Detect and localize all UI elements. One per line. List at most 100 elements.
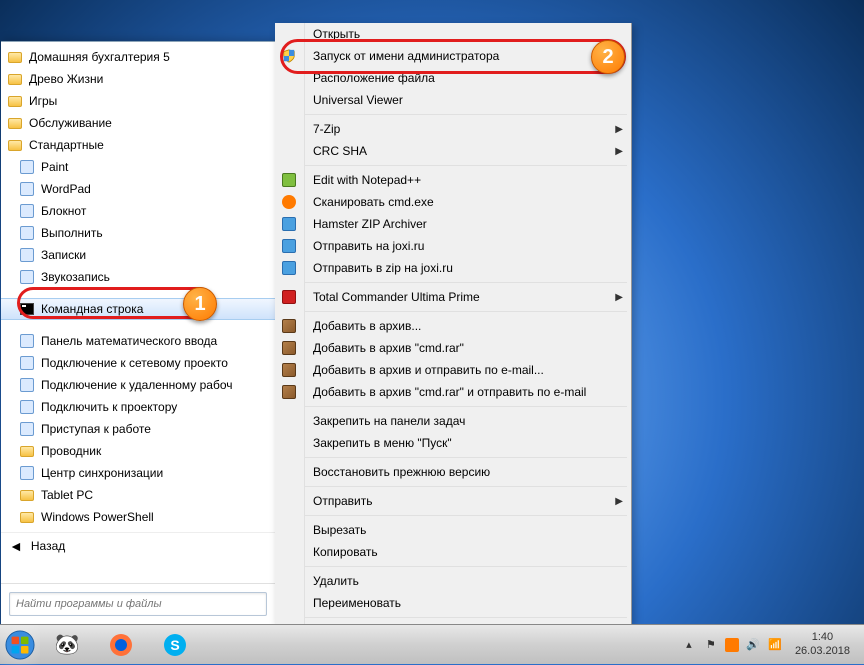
context-menu-item[interactable]: Вырезать (305, 519, 631, 541)
firefox-icon (109, 633, 133, 657)
remote-desktop-icon (19, 377, 35, 393)
context-menu-item[interactable]: Universal Viewer (305, 89, 631, 111)
winrar-icon (281, 318, 297, 334)
taskbar-item-app[interactable] (203, 627, 255, 663)
folder-label: Игры (29, 94, 57, 108)
context-menu-item[interactable]: CRC SHA▶ (305, 140, 631, 162)
context-menu-item[interactable]: Отправить▶ (305, 490, 631, 512)
context-menu-item[interactable]: Отправить на joxi.ru (305, 235, 631, 257)
context-menu-label: Total Commander Ultima Prime (313, 290, 480, 304)
program-label: Подключение к сетевому проекто (41, 356, 228, 370)
tray-app-icon[interactable] (725, 638, 739, 652)
npp-icon (281, 172, 297, 188)
context-menu-item[interactable]: Открыть (305, 23, 631, 45)
context-menu-item[interactable]: Удалить (305, 570, 631, 592)
folder-label: Древо Жизни (29, 72, 103, 86)
context-menu-item[interactable]: Сканировать cmd.exe (305, 191, 631, 213)
context-menu-separator (305, 282, 627, 283)
folder-icon (19, 509, 35, 525)
svg-text:S: S (170, 637, 179, 653)
back-button[interactable]: ◄ Назад (1, 532, 275, 558)
context-menu-label: Сканировать cmd.exe (313, 195, 434, 209)
folder-item[interactable]: Tablet PC (1, 484, 275, 506)
run-icon (19, 225, 35, 241)
context-menu-label: Добавить в архив... (313, 319, 421, 333)
tray-volume-icon[interactable]: 🔊 (745, 637, 761, 653)
context-menu-item[interactable]: Расположение файла (305, 67, 631, 89)
folder-item[interactable]: Домашняя бухгалтерия 5 (1, 46, 275, 68)
context-menu-separator (305, 457, 627, 458)
context-menu-separator (305, 515, 627, 516)
taskbar-item-panda[interactable]: 🐼 (41, 627, 93, 663)
program-label: Приступая к работе (41, 422, 151, 436)
program-item[interactable]: Приступая к работе (1, 418, 275, 440)
context-menu-item[interactable]: 7-Zip▶ (305, 118, 631, 140)
context-menu-item[interactable]: Добавить в архив "cmd.rar" и отправить п… (305, 381, 631, 403)
tray-flag-icon[interactable]: ⚑ (703, 637, 719, 653)
context-menu-label: CRC SHA (313, 144, 367, 158)
context-menu-label: Отправить (313, 494, 373, 508)
start-menu-list: Домашняя бухгалтерия 5 Древо Жизни Игры … (1, 42, 275, 583)
program-item[interactable]: Paint (1, 156, 275, 178)
program-item[interactable]: Блокнот (1, 200, 275, 222)
program-item[interactable]: Звукозапись (1, 266, 275, 288)
explorer-icon (19, 443, 35, 459)
program-item-obscured[interactable] (1, 288, 275, 298)
folder-item[interactable]: Древо Жизни (1, 68, 275, 90)
context-menu-item[interactable]: Копировать (305, 541, 631, 563)
program-item[interactable]: Подключить к проектору (1, 396, 275, 418)
program-item[interactable]: Записки (1, 244, 275, 266)
taskbar-item-skype[interactable]: S (149, 627, 201, 663)
tray-network-icon[interactable]: 📶 (767, 637, 783, 653)
program-item[interactable]: Выполнить (1, 222, 275, 244)
folder-item[interactable]: Обслуживание (1, 112, 275, 134)
context-menu-item[interactable]: Edit with Notepad++ (305, 169, 631, 191)
context-menu-item[interactable]: Закрепить на панели задач (305, 410, 631, 432)
cmd-icon (19, 301, 35, 317)
annotation-callout-2: 2 (591, 40, 625, 74)
folder-item[interactable]: Игры (1, 90, 275, 112)
program-item[interactable]: Центр синхронизации (1, 462, 275, 484)
context-menu-separator (305, 617, 627, 618)
context-menu-separator (305, 566, 627, 567)
folder-icon (7, 93, 23, 109)
tray-chevron-icon[interactable]: ▴ (681, 637, 697, 653)
program-item-cmd[interactable]: Командная строка (1, 298, 275, 320)
context-menu-item[interactable]: Запуск от имени администратора (305, 45, 631, 67)
context-menu-item[interactable]: Добавить в архив и отправить по e-mail..… (305, 359, 631, 381)
program-item[interactable]: Панель математического ввода (1, 330, 275, 352)
notepad-icon (19, 203, 35, 219)
program-label: Панель математического ввода (41, 334, 217, 348)
blue-icon (281, 216, 297, 232)
program-item[interactable]: Подключение к удаленному рабоч (1, 374, 275, 396)
folder-icon (7, 115, 23, 131)
program-item[interactable]: Проводник (1, 440, 275, 462)
projector-icon (19, 399, 35, 415)
search-area (1, 583, 275, 624)
program-label: Проводник (41, 444, 101, 458)
context-menu-item[interactable]: Отправить в zip на joxi.ru (305, 257, 631, 279)
context-menu-item[interactable]: Переименовать (305, 592, 631, 614)
context-menu-label: 7-Zip (313, 122, 340, 136)
program-item[interactable]: Подключение к сетевому проекто (1, 352, 275, 374)
context-menu-item[interactable]: Total Commander Ultima Prime▶ (305, 286, 631, 308)
context-menu-item[interactable]: Добавить в архив "cmd.rar" (305, 337, 631, 359)
start-menu: Домашняя бухгалтерия 5 Древо Жизни Игры … (1, 41, 276, 624)
search-input[interactable] (9, 592, 267, 616)
clock-time: 1:40 (795, 631, 850, 644)
folder-item-expanded[interactable]: Стандартные (1, 134, 275, 156)
shield-icon (281, 48, 297, 64)
context-menu-label: Удалить (313, 574, 359, 588)
context-menu-item[interactable]: Закрепить в меню "Пуск" (305, 432, 631, 454)
program-item-obscured[interactable] (1, 320, 275, 330)
folder-item[interactable]: Windows PowerShell (1, 506, 275, 528)
context-menu-label: Запуск от имени администратора (313, 49, 499, 63)
taskbar-item-firefox[interactable] (95, 627, 147, 663)
context-menu-item[interactable]: Hamster ZIP Archiver (305, 213, 631, 235)
folder-label: Домашняя бухгалтерия 5 (29, 50, 170, 64)
context-menu-item[interactable]: Добавить в архив... (305, 315, 631, 337)
context-menu-item[interactable]: Восстановить прежнюю версию (305, 461, 631, 483)
program-item[interactable]: WordPad (1, 178, 275, 200)
taskbar-clock[interactable]: 1:40 26.03.2018 (789, 631, 856, 657)
start-button[interactable] (0, 625, 40, 665)
